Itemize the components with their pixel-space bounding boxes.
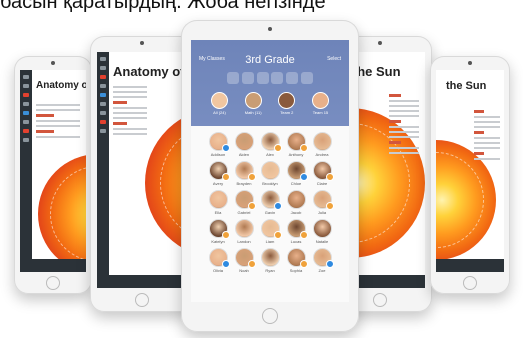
app-badge-icon (248, 173, 256, 181)
student-item[interactable]: Katelyn (205, 219, 231, 244)
toolbar (227, 72, 313, 84)
student-name: Aiden (238, 152, 250, 157)
student-name: Noah (239, 268, 249, 273)
student-item[interactable]: Jacob (283, 190, 309, 215)
app-badge-icon (274, 231, 282, 239)
tablet-far-left: Anatomy of the (14, 56, 92, 294)
app-badge-icon (274, 202, 282, 210)
student-item[interactable]: Brooklyn (257, 161, 283, 186)
student-name: Addison (210, 152, 226, 157)
screen-view-icon[interactable] (256, 72, 269, 84)
student-avatar (286, 190, 306, 209)
class-title: 3rd Grade (245, 54, 295, 66)
student-name: Claire (316, 181, 328, 186)
student-avatar (234, 132, 254, 151)
book-title: Anatomy of the (113, 64, 187, 79)
student-item[interactable]: Ella (205, 190, 231, 215)
app-badge-icon (326, 260, 334, 268)
caption-text: басын қаратырдың. Жоба негізінде (0, 0, 326, 13)
student-avatar (260, 161, 280, 180)
student-item[interactable]: Liam (257, 219, 283, 244)
student-name: Ryan (265, 268, 275, 273)
student-avatar (208, 190, 228, 209)
app-badge-icon (300, 173, 308, 181)
student-item[interactable]: Natalie (309, 219, 335, 244)
student-name: Ella (214, 210, 222, 215)
student-item[interactable]: Sophia (283, 248, 309, 273)
student-item[interactable]: Olivia (205, 248, 231, 273)
student-item[interactable]: Anthony (283, 132, 309, 157)
app-badge-icon (222, 144, 230, 152)
student-name: Lucas (290, 239, 302, 244)
student-avatar (312, 219, 332, 238)
student-item[interactable]: Noah (231, 248, 257, 273)
student-name: Gavin (264, 210, 276, 215)
student-item[interactable]: Alex (257, 132, 283, 157)
student-name: Andrea (315, 152, 329, 157)
app-badge-icon (222, 231, 230, 239)
app-badge-icon (300, 260, 308, 268)
navigate-icon[interactable] (241, 72, 254, 84)
student-name: Jacob (290, 210, 302, 215)
student-avatar (234, 219, 254, 238)
student-item[interactable]: Avery (205, 161, 231, 186)
app-badge-icon (248, 202, 256, 210)
mute-icon[interactable] (286, 72, 299, 84)
student-item[interactable]: Gavin (257, 190, 283, 215)
app-badge-icon (326, 202, 334, 210)
app-badge-icon (326, 173, 334, 181)
group-item[interactable]: Team 2 (278, 92, 296, 115)
student-item[interactable]: Claire (309, 161, 335, 186)
app-badge-icon (222, 260, 230, 268)
student-item[interactable]: Aiden (231, 132, 257, 157)
student-name: Zoe (318, 268, 326, 273)
student-item[interactable]: Andrea (309, 132, 335, 157)
student-name: Brooklyn (262, 181, 278, 186)
student-name: Gabriel (237, 210, 251, 215)
group-item[interactable]: Math (11) (244, 92, 262, 115)
app-badge-icon (274, 144, 282, 152)
book-title: Anatomy of the (36, 80, 86, 91)
student-item[interactable]: Gabriel (231, 190, 257, 215)
student-item[interactable]: Landon (231, 219, 257, 244)
product-photo: Anatomy of the Anatomy of the of the Su (0, 14, 523, 338)
student-name: Katelyn (211, 239, 225, 244)
tablet-left: Anatomy of the (90, 36, 194, 312)
student-name: Liam (265, 239, 275, 244)
student-name: Chloe (290, 181, 302, 186)
student-item[interactable]: Chloe (283, 161, 309, 186)
groups-row: All (24) Math (11) Team 2 Team 15 (211, 92, 329, 115)
student-name: Alex (266, 152, 274, 157)
tablet-far-right: the Sun (430, 56, 510, 294)
student-item[interactable]: Zoe (309, 248, 335, 273)
app-badge-icon (300, 231, 308, 239)
student-name: Anthony (288, 152, 304, 157)
student-avatar (260, 248, 280, 267)
student-name: Sophia (289, 268, 303, 273)
student-avatar (312, 132, 332, 151)
student-name: Avery (212, 181, 224, 186)
open-app-icon[interactable] (227, 72, 239, 84)
student-name: Olivia (212, 268, 223, 273)
group-item[interactable]: Team 15 (311, 92, 329, 115)
group-item[interactable]: All (24) (211, 92, 228, 115)
lock-icon[interactable] (271, 72, 284, 84)
select-button[interactable]: Select (327, 56, 341, 62)
student-item[interactable]: Addison (205, 132, 231, 157)
student-item[interactable]: Ryan (257, 248, 283, 273)
student-item[interactable]: Lucas (283, 219, 309, 244)
student-name: Julia (317, 210, 327, 215)
tablet-center: My Classes 3rd Grade Select All (24) Mat… (181, 20, 359, 332)
student-item[interactable]: Brayden (231, 161, 257, 186)
app-badge-icon (222, 173, 230, 181)
student-grid: Addison Aiden Alex Anthony Andrea Avery Brayde… (191, 126, 349, 302)
student-name: Brayden (236, 181, 252, 186)
app-badge-icon (300, 144, 308, 152)
book-title: the Sun (446, 80, 487, 92)
airplay-icon[interactable] (300, 72, 313, 84)
app-badge-icon (248, 260, 256, 268)
student-name: Natalie (315, 239, 329, 244)
student-item[interactable]: Julia (309, 190, 335, 215)
student-name: Landon (237, 239, 251, 244)
